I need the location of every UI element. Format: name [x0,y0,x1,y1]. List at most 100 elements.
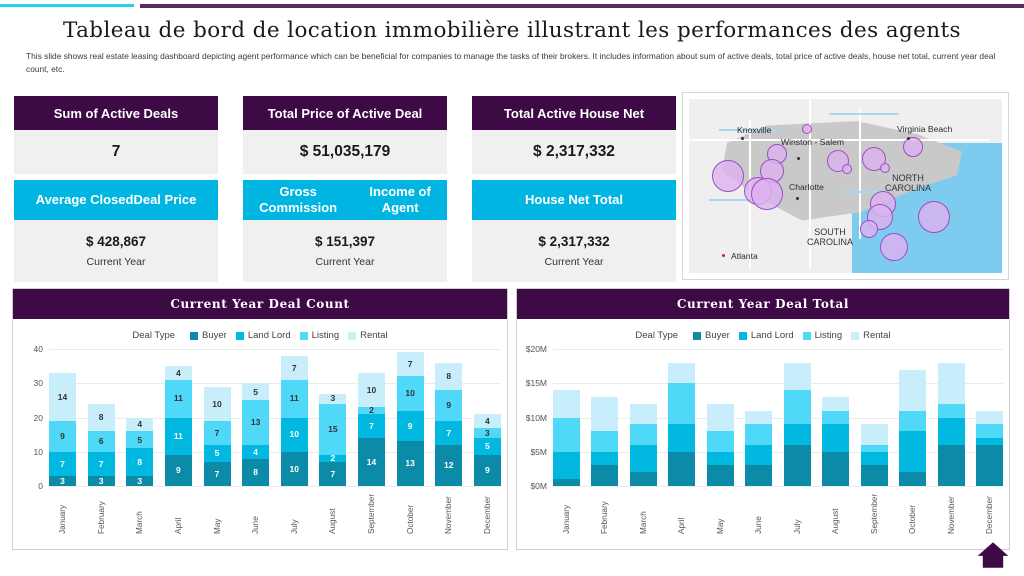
bar-segment[interactable]: 7 [319,462,347,486]
bar-segment[interactable]: 11 [280,379,308,418]
bar-segment[interactable]: 7 [87,451,115,476]
bar-segment[interactable]: 10 [280,451,308,486]
map-bubble-marker[interactable] [751,178,783,210]
map-canvas[interactable]: NORTH CAROLINA SOUTH CAROLINA Knoxville Winst… [689,99,1002,273]
bar-segment[interactable] [860,465,888,486]
bar-segment[interactable] [975,444,1003,486]
bar-segment[interactable]: 12 [435,444,463,486]
map-bubble-marker[interactable] [880,163,890,173]
legend-item[interactable]: Rental [348,330,388,341]
bar-segment[interactable]: 7 [358,414,385,439]
bar-segment[interactable]: 10 [203,386,231,421]
bar-segment[interactable]: 10 [396,376,424,411]
map-bubble-marker[interactable] [802,124,812,134]
bar-stack[interactable] [822,349,850,486]
bar-segment[interactable] [975,438,1003,445]
bar-segment[interactable] [860,451,888,466]
bar-segment[interactable]: 10 [358,373,385,408]
bar-segment[interactable]: 7 [203,462,231,486]
bar-segment[interactable] [553,417,580,452]
bar-segment[interactable]: 7 [49,451,76,476]
bar-stack[interactable] [899,349,927,486]
bar-segment[interactable]: 14 [49,373,76,421]
bar-segment[interactable] [899,410,927,432]
bar-segment[interactable] [745,410,773,425]
bar-segment[interactable] [783,390,811,425]
bar-segment[interactable] [668,451,696,486]
bar-stack[interactable]: 14 9 7 3 [49,349,76,486]
bar-segment[interactable] [629,472,657,486]
bar-segment[interactable]: 3 [473,427,501,439]
legend-item[interactable]: Land Lord [235,330,291,341]
bar-stack[interactable]: 4 11 11 9 [164,349,192,486]
bar-segment[interactable]: 9 [396,410,424,442]
bar-segment[interactable] [668,362,696,384]
bar-segment[interactable]: 15 [319,403,347,456]
bar-segment[interactable] [937,362,965,404]
bar-stack[interactable]: 8 6 7 3 [87,349,115,486]
bar-segment[interactable] [783,444,811,486]
legend-item[interactable]: Land Lord [738,330,794,341]
bar-stack[interactable]: 8 9 7 12 [435,349,463,486]
legend-item[interactable]: Buyer [693,330,730,341]
bar-segment[interactable]: 3 [126,475,154,486]
bar-segment[interactable]: 9 [49,420,76,452]
bar-segment[interactable] [822,424,850,452]
bar-stack[interactable]: 10 2 7 14 [358,349,385,486]
bar-stack[interactable] [668,349,696,486]
map-bubble-marker[interactable] [842,164,852,174]
bar-segment[interactable] [706,403,734,432]
bar-segment[interactable] [591,396,619,432]
bar-segment[interactable] [591,465,619,486]
bar-segment[interactable]: 5 [203,444,231,463]
bar-segment[interactable] [783,424,811,445]
bar-segment[interactable]: 11 [164,379,192,418]
map-bubble-marker[interactable] [880,233,908,261]
bar-segment[interactable]: 8 [435,362,463,391]
map-bubble-marker[interactable] [860,220,878,238]
bar-stack[interactable] [975,349,1003,486]
bar-segment[interactable]: 9 [473,455,501,486]
bar-stack[interactable]: 3 15 2 7 [319,349,347,486]
bar-stack[interactable] [745,349,773,486]
home-icon[interactable] [976,540,1010,570]
bar-segment[interactable] [822,410,850,425]
bar-stack[interactable] [783,349,811,486]
bar-segment[interactable]: 4 [242,444,270,459]
bar-segment[interactable] [745,444,773,466]
bar-stack[interactable] [706,349,734,486]
bar-segment[interactable]: 4 [126,417,154,432]
bar-segment[interactable] [975,410,1003,425]
bar-segment[interactable]: 5 [126,431,154,449]
bar-stack[interactable]: 43 5 9 [473,349,501,486]
bar-segment[interactable]: 9 [435,390,463,421]
map-bubble-marker[interactable] [712,160,744,192]
bar-segment[interactable] [899,431,927,473]
bar-segment[interactable]: 5 [242,383,270,401]
bar-stack[interactable] [553,349,580,486]
bar-stack[interactable] [937,349,965,486]
bar-segment[interactable] [553,390,580,418]
bar-stack[interactable]: 4 5 8 3 [126,349,154,486]
bar-segment[interactable] [745,465,773,486]
bar-segment[interactable]: 3 [87,475,115,486]
bar-segment[interactable]: 10 [280,417,308,452]
map-card[interactable]: NORTH CAROLINA SOUTH CAROLINA Knoxville Winst… [682,92,1009,280]
bar-segment[interactable] [706,451,734,466]
legend-item[interactable]: Rental [851,330,891,341]
bar-stack[interactable] [591,349,619,486]
bar-segment[interactable]: 8 [242,458,270,486]
bar-segment[interactable]: 5 [473,438,501,456]
bar-stack[interactable]: 7 11 10 10 [280,349,308,486]
bar-segment[interactable] [668,383,696,425]
bar-segment[interactable] [553,451,580,480]
bar-segment[interactable] [937,444,965,486]
legend-item[interactable]: Listing [299,330,339,341]
bar-segment[interactable]: 4 [473,414,501,428]
bar-segment[interactable] [745,424,773,445]
bar-segment[interactable] [629,444,657,473]
bar-segment[interactable] [783,362,811,391]
bar-segment[interactable]: 2 [358,407,385,415]
bar-segment[interactable]: 13 [396,441,424,486]
bar-segment[interactable] [899,472,927,486]
